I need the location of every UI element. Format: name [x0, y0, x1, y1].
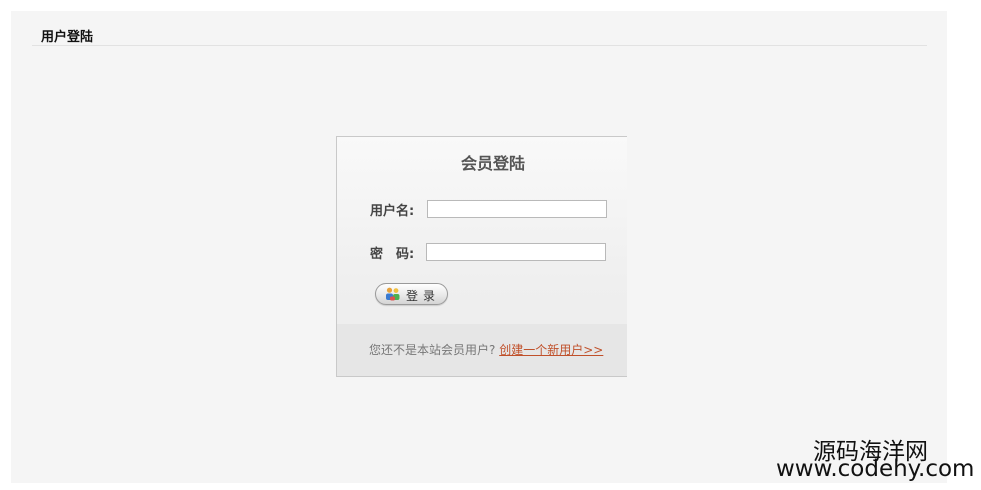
login-button-label: 登录 — [406, 289, 441, 303]
username-input[interactable] — [427, 200, 607, 218]
watermark-url: www.codehy.com — [776, 456, 975, 482]
login-box-title: 会员登陆 — [460, 154, 525, 173]
users-icon — [385, 287, 401, 301]
login-box: 会员登陆 用户名: 密 码: 登录 您还不是本站会员用户? 创建一个新用户>> — [336, 136, 627, 377]
register-link[interactable]: 创建一个新用户>> — [499, 343, 603, 357]
login-button[interactable]: 登录 — [375, 283, 448, 305]
title-divider — [32, 45, 927, 46]
register-footer: 您还不是本站会员用户? 创建一个新用户>> — [337, 324, 627, 376]
main-panel: 用户登陆 会员登陆 用户名: 密 码: 登录 您还不是本站会员用户? 创建一个新… — [11, 11, 947, 483]
password-label: 密 码: — [370, 247, 415, 262]
page-title: 用户登陆 — [41, 30, 94, 45]
register-prompt-text: 您还不是本站会员用户? — [369, 343, 496, 357]
password-input[interactable] — [426, 243, 606, 261]
username-label: 用户名: — [370, 204, 415, 219]
register-prompt: 您还不是本站会员用户? 创建一个新用户>> — [369, 341, 603, 358]
